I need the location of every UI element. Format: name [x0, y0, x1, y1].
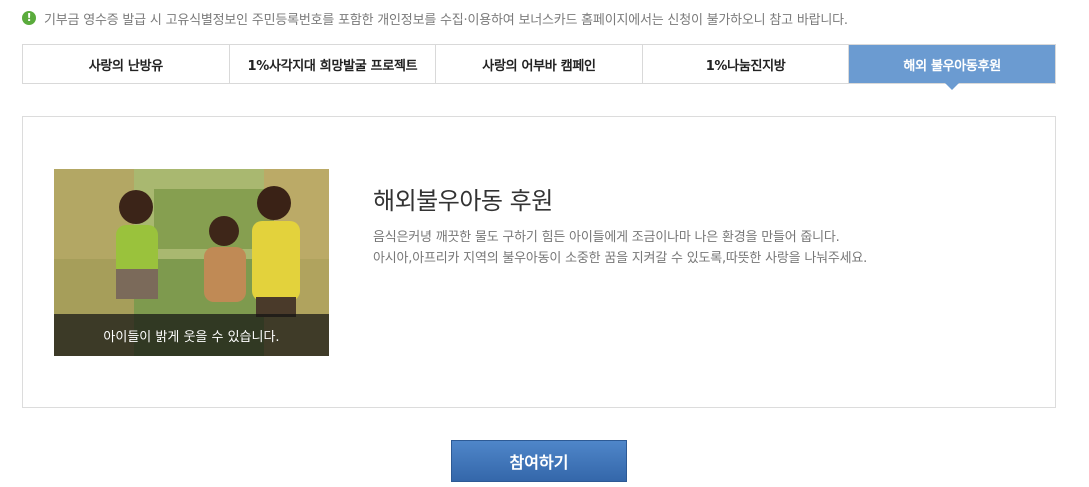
- campaign-description: 음식은커녕 깨끗한 물도 구하기 힘든 아이들에게 조금이나마 나은 환경을 만…: [373, 227, 867, 269]
- exclamation-icon: !: [22, 11, 36, 25]
- tab-eobuba-campaign[interactable]: 사랑의 어부바 캠페인: [436, 45, 643, 83]
- description-line-1: 음식은커녕 깨끗한 물도 구하기 힘든 아이들에게 조금이나마 나은 환경을 만…: [373, 230, 840, 245]
- tab-heating-oil[interactable]: 사랑의 난방유: [23, 45, 230, 83]
- description-line-2: 아시아,아프리카 지역의 불우아동이 소중한 꿈을 지켜갈 수 있도록,따뜻한 …: [373, 251, 868, 266]
- campaign-title: 해외불우아동 후원: [373, 187, 553, 215]
- join-button[interactable]: 참여하기: [451, 440, 627, 482]
- campaign-content: 아이들이 밝게 웃을 수 있습니다. 해외불우아동 후원 음식은커녕 깨끗한 물…: [22, 116, 1056, 408]
- tab-sharing[interactable]: 1%나눔진지방: [642, 45, 850, 83]
- notice-bar: ! 기부금 영수증 발급 시 고유식별정보인 주민등록번호를 포함한 개인정보를…: [22, 8, 848, 28]
- campaign-tabs: 사랑의 난방유 1%사각지대 희망발굴 프로젝트 사랑의 어부바 캠페인 1%나…: [22, 44, 1056, 90]
- tab-blind-spot-project[interactable]: 1%사각지대 희망발굴 프로젝트: [229, 45, 437, 83]
- children-photo: 아이들이 밝게 웃을 수 있습니다.: [54, 169, 329, 356]
- notice-text: 기부금 영수증 발급 시 고유식별정보인 주민등록번호를 포함한 개인정보를 수…: [44, 12, 848, 28]
- tab-overseas-children[interactable]: 해외 불우아동후원: [849, 45, 1055, 90]
- photo-caption: 아이들이 밝게 웃을 수 있습니다.: [54, 314, 329, 356]
